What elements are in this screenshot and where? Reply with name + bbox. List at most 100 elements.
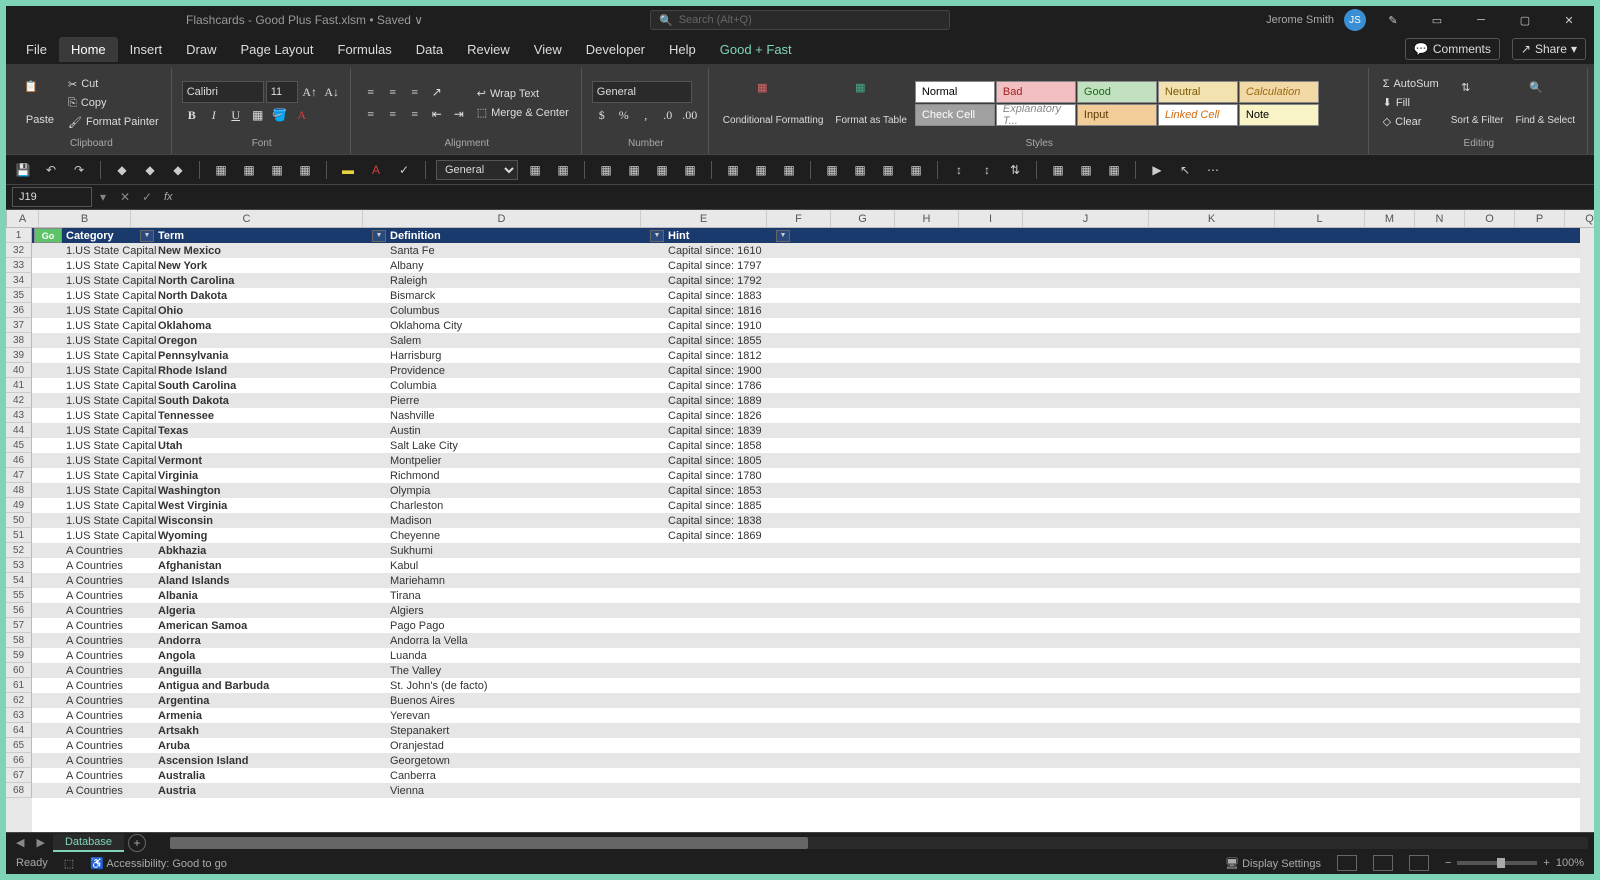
table-row[interactable]: 1.US State CapitalsUtahSalt Lake CityCap… — [32, 438, 1594, 453]
increase-indent-button[interactable]: ⇥ — [449, 104, 469, 124]
align-middle-button[interactable]: ≡ — [383, 82, 403, 102]
horizontal-scrollbar[interactable] — [170, 837, 1588, 849]
cell-definition[interactable]: Montpelier — [388, 453, 666, 468]
cell-hint[interactable] — [666, 768, 792, 783]
qat-icon-2[interactable]: ◆ — [139, 159, 161, 181]
row-header[interactable]: 55 — [6, 588, 32, 603]
table-row[interactable]: A CountriesAmerican SamoaPago Pago — [32, 618, 1594, 633]
cell-hint[interactable] — [666, 573, 792, 588]
cell-hint[interactable]: Capital since: 1855 — [666, 333, 792, 348]
cell-category[interactable]: 1.US State Capitals — [64, 393, 156, 408]
cell-definition[interactable]: Olympia — [388, 483, 666, 498]
cell-term[interactable]: North Dakota — [156, 288, 388, 303]
play-icon[interactable]: ▶ — [1146, 159, 1168, 181]
cell-category[interactable]: 1.US State Capitals — [64, 348, 156, 363]
cell-category[interactable]: 1.US State Capitals — [64, 363, 156, 378]
header-hint[interactable]: Hint▼ — [666, 228, 792, 243]
cell-category[interactable]: 1.US State Capitals — [64, 318, 156, 333]
column-header-O[interactable]: O — [1465, 210, 1515, 227]
cell-category[interactable]: A Countries — [64, 708, 156, 723]
table-row[interactable]: A CountriesAntigua and BarbudaSt. John's… — [32, 678, 1594, 693]
cell-term[interactable]: Austria — [156, 783, 388, 798]
conditional-formatting-button[interactable]: ▦ Conditional Formatting — [719, 73, 828, 133]
cell-definition[interactable]: St. John's (de facto) — [388, 678, 666, 693]
cell-hint[interactable]: Capital since: 1900 — [666, 363, 792, 378]
row-header[interactable]: 63 — [6, 708, 32, 723]
cell-definition[interactable]: Madison — [388, 513, 666, 528]
cell-category[interactable]: A Countries — [64, 738, 156, 753]
cell-category[interactable]: A Countries — [64, 693, 156, 708]
cell-term[interactable]: Artsakh — [156, 723, 388, 738]
column-header-A[interactable]: A — [7, 210, 39, 227]
cell-hint[interactable] — [666, 543, 792, 558]
qat-icon-19[interactable]: ▦ — [849, 159, 871, 181]
row-header[interactable]: 37 — [6, 318, 32, 333]
cell-hint[interactable]: Capital since: 1826 — [666, 408, 792, 423]
normal-view-button[interactable] — [1337, 855, 1357, 871]
cell-hint[interactable]: Capital since: 1838 — [666, 513, 792, 528]
redo-icon[interactable]: ↷ — [68, 159, 90, 181]
header-definition[interactable]: Definition▼ — [388, 228, 666, 243]
column-header-F[interactable]: F — [767, 210, 831, 227]
sheet-nav-prev[interactable]: ◀ — [12, 836, 28, 849]
cell-category[interactable]: 1.US State Capitals — [64, 378, 156, 393]
cell-definition[interactable]: Columbia — [388, 378, 666, 393]
cell-category[interactable]: A Countries — [64, 588, 156, 603]
cell-category[interactable]: A Countries — [64, 573, 156, 588]
menu-tab-file[interactable]: File — [14, 37, 59, 62]
cell-definition[interactable]: Salt Lake City — [388, 438, 666, 453]
table-row[interactable]: A CountriesAustraliaCanberra — [32, 768, 1594, 783]
cell-term[interactable]: Aruba — [156, 738, 388, 753]
menu-tab-developer[interactable]: Developer — [574, 37, 657, 62]
undo-icon[interactable]: ↶ — [40, 159, 62, 181]
qat-icon-10[interactable]: ▦ — [552, 159, 574, 181]
qat-icon-4[interactable]: ▦ — [210, 159, 232, 181]
row-header[interactable]: 54 — [6, 573, 32, 588]
table-row[interactable]: 1.US State CapitalsWashingtonOlympiaCapi… — [32, 483, 1594, 498]
table-row[interactable]: 1.US State CapitalsTexasAustinCapital si… — [32, 423, 1594, 438]
cell-term[interactable]: Angola — [156, 648, 388, 663]
qat-icon-7[interactable]: ▦ — [294, 159, 316, 181]
border-button[interactable]: ▦ — [248, 105, 268, 125]
autosum-button[interactable]: ΣAutoSum — [1379, 76, 1443, 92]
row-header[interactable]: 34 — [6, 273, 32, 288]
row-header[interactable]: 38 — [6, 333, 32, 348]
cell-definition[interactable]: Austin — [388, 423, 666, 438]
cell-definition[interactable]: The Valley — [388, 663, 666, 678]
row-header[interactable]: 53 — [6, 558, 32, 573]
cell-term[interactable]: Oregon — [156, 333, 388, 348]
table-row[interactable]: A CountriesAfghanistanKabul — [32, 558, 1594, 573]
row-header[interactable]: 33 — [6, 258, 32, 273]
increase-decimal-button[interactable]: .0 — [658, 105, 678, 125]
cell-term[interactable]: American Samoa — [156, 618, 388, 633]
cell-category[interactable]: 1.US State Capitals — [64, 483, 156, 498]
ribbon-display-icon[interactable]: ▭ — [1420, 7, 1454, 33]
menu-tab-draw[interactable]: Draw — [174, 37, 228, 62]
header-term[interactable]: Term▼ — [156, 228, 388, 243]
cell-term[interactable]: Virginia — [156, 468, 388, 483]
cell-category[interactable]: 1.US State Capitals — [64, 513, 156, 528]
table-row[interactable]: A CountriesAlbaniaTirana — [32, 588, 1594, 603]
qat-icon-13[interactable]: ▦ — [651, 159, 673, 181]
style-linked-cell[interactable]: Linked Cell — [1158, 104, 1238, 126]
cell-definition[interactable]: Canberra — [388, 768, 666, 783]
style-input[interactable]: Input — [1077, 104, 1157, 126]
cancel-formula-icon[interactable]: ✕ — [114, 186, 136, 208]
cells-area[interactable]: GoCategory▼Term▼Definition▼Hint▼1.US Sta… — [32, 228, 1594, 832]
column-header-E[interactable]: E — [641, 210, 767, 227]
display-settings-button[interactable]: 🖥 Display Settings — [1225, 857, 1321, 870]
row-header[interactable]: 32 — [6, 243, 32, 258]
sort-filter-button[interactable]: ⇅ Sort & Filter — [1447, 73, 1508, 133]
cell-term[interactable]: Albania — [156, 588, 388, 603]
cell-category[interactable]: A Countries — [64, 558, 156, 573]
filter-icon[interactable]: ▼ — [372, 230, 386, 242]
header-category[interactable]: Category▼ — [64, 228, 156, 243]
qat-icon-3[interactable]: ◆ — [167, 159, 189, 181]
fill-button[interactable]: ⬇Fill — [1379, 94, 1443, 111]
qat-icon-15[interactable]: ▦ — [722, 159, 744, 181]
cell-definition[interactable]: Columbus — [388, 303, 666, 318]
cell-hint[interactable] — [666, 663, 792, 678]
cell-category[interactable]: 1.US State Capitals — [64, 468, 156, 483]
row-header[interactable]: 46 — [6, 453, 32, 468]
cell-definition[interactable]: Tirana — [388, 588, 666, 603]
